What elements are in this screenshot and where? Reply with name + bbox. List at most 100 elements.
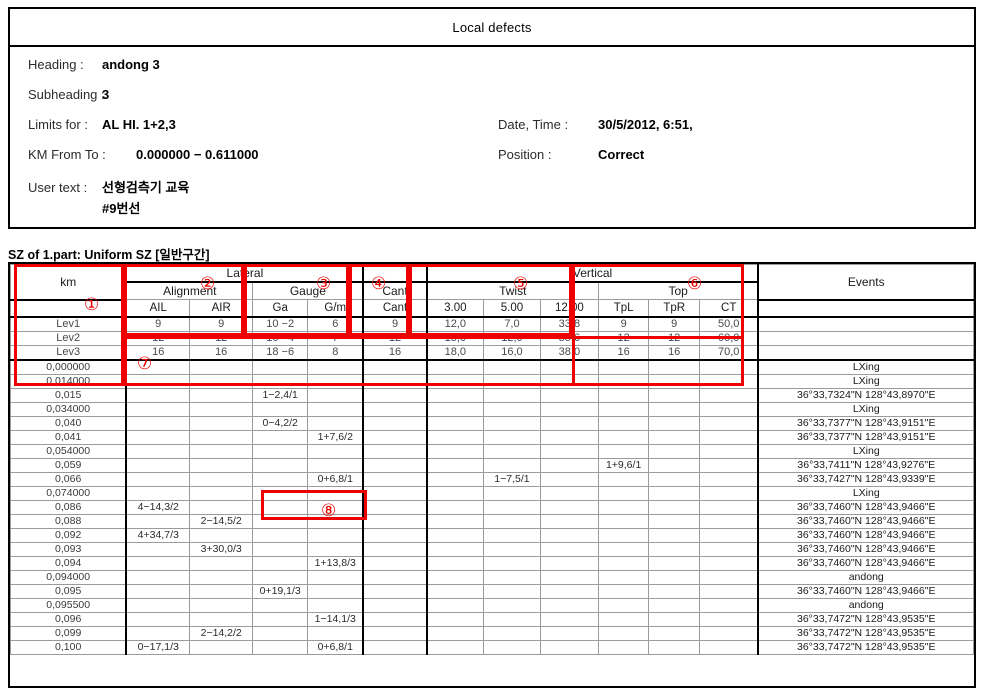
data-cell [362, 626, 428, 641]
data-cell [539, 359, 599, 375]
report-fields: Heading : andong 3 Subheading : 3 Limits… [10, 47, 974, 225]
lev-cell: 18,0 [425, 345, 485, 361]
table-row[interactable]: 0,034000 LXing [10, 402, 974, 417]
field-heading: Heading : andong 3 [28, 57, 160, 72]
data-cell [425, 402, 485, 417]
lev-cell: 7,0 [483, 316, 541, 332]
table-row[interactable]: 0,088 2−14,5/2 36°33,7460"N 128°43,9466"E [10, 514, 974, 529]
data-cell [252, 598, 309, 613]
data-cell [483, 570, 541, 585]
field-position-value: Correct [598, 147, 645, 162]
data-cell [648, 528, 700, 543]
km-cell: 0,086 [10, 500, 127, 515]
km-cell: 0,099 [10, 626, 127, 641]
data-cell [362, 500, 428, 515]
event-cell: andong [757, 598, 974, 613]
lev-cell: 9 [125, 316, 191, 332]
event-cell: LXing [757, 374, 974, 389]
data-cell [425, 359, 485, 375]
table-row[interactable]: 0,094 1+13,8/3 36°33,7460"N 128°43,9466"E [10, 556, 974, 571]
data-cell [698, 598, 759, 613]
table-row[interactable]: 0,015 1−2,4/1 36°33,7324"N 128°43,8970"E [10, 388, 974, 403]
data-cell [307, 359, 364, 375]
data-cell [597, 388, 650, 403]
table-row[interactable]: 0,100 0−17,1/3 0+6,8/1 36°33,7472"N 128°43,… [10, 640, 974, 655]
data-cell: 2−14,2/2 [189, 626, 254, 641]
data-cell [648, 626, 700, 641]
table-row[interactable]: Lev1 9 9 10 −2 6 9 12,0 7,0 33,8 9 9 50,… [10, 316, 974, 332]
data-cell [483, 514, 541, 529]
data-cell [698, 359, 759, 375]
data-cell [425, 388, 485, 403]
table-row[interactable]: 0,074000 LXing [10, 486, 974, 501]
table-row[interactable]: 0,099 2−14,2/2 36°33,7472"N 128°43,9535"E [10, 626, 974, 641]
data-cell [483, 430, 541, 445]
table-row[interactable]: 0,086 4−14,3/2 36°33,7460"N 128°43,9466"E [10, 500, 974, 515]
data-cell [189, 598, 254, 613]
table-row[interactable]: 0,095 0+19,1/3 36°33,7460"N 128°43,9466"E [10, 584, 974, 599]
km-cell: 0,040 [10, 416, 127, 431]
table-row[interactable]: 0,014000 LXing [10, 374, 974, 389]
data-cell [125, 402, 191, 417]
data-cell [483, 598, 541, 613]
data-cell [189, 556, 254, 571]
lev-cell: 15,0 [425, 331, 485, 346]
data-cell: 0−17,1/3 [125, 640, 191, 655]
table-row[interactable]: Lev3 16 16 18 −6 8 16 18,0 16,0 38,0 16 … [10, 345, 974, 361]
event-cell: 36°33,7460"N 128°43,9466"E [757, 528, 974, 543]
data-cell [698, 430, 759, 445]
table-row[interactable]: 0,093 3+30,0/3 36°33,7460"N 128°43,9466"E [10, 542, 974, 557]
data-cell [539, 500, 599, 515]
data-cell: 2−14,5/2 [189, 514, 254, 529]
data-cell [597, 500, 650, 515]
data-cell [125, 416, 191, 431]
defects-table-container[interactable]: km Lateral Vertical Events Alignment Gau… [8, 262, 976, 688]
event-cell: 36°33,7460"N 128°43,9466"E [757, 584, 974, 599]
event-cell: 36°33,7460"N 128°43,9466"E [757, 500, 974, 515]
header-col-events-blank [757, 299, 974, 318]
data-cell [648, 556, 700, 571]
field-heading-label: Heading : [28, 57, 84, 72]
field-user-text-value: 선형검측기 교육 #9번선 [102, 177, 189, 217]
event-cell: 36°33,7460"N 128°43,9466"E [757, 514, 974, 529]
table-row[interactable]: 0,041 1+7,6/2 36°33,7377"N 128°43,9151"E [10, 430, 974, 445]
data-cell [483, 416, 541, 431]
data-cell [307, 458, 364, 473]
data-cell [362, 528, 428, 543]
data-cell [189, 584, 254, 599]
data-cell [125, 514, 191, 529]
data-cell [539, 528, 599, 543]
table-row[interactable]: 0,094000 andong [10, 570, 974, 585]
data-cell [307, 542, 364, 557]
data-cell [597, 528, 650, 543]
table-row[interactable]: 0,095500 andong [10, 598, 974, 613]
data-cell [252, 514, 309, 529]
data-cell [425, 374, 485, 389]
data-cell [252, 542, 309, 557]
data-cell [483, 612, 541, 627]
table-row[interactable]: 0,066 0+6,8/1 1−7,5/1 36°33,7427"N 128°43,9… [10, 472, 974, 487]
data-cell [539, 598, 599, 613]
data-cell [307, 570, 364, 585]
table-row[interactable]: 0,092 4+34,7/3 36°33,7460"N 128°43,9466"E [10, 528, 974, 543]
data-cell [483, 359, 541, 375]
lev-cell: 18 −6 [252, 345, 309, 361]
table-row[interactable]: 0,059 1+9,6/1 36°33,7411"N 128°43,9276"E [10, 458, 974, 473]
report-title-bar: Local defects [10, 9, 974, 47]
table-row[interactable]: Lev2 12 12 16 −4 7 12 15,0 12,0 35,6 12 … [10, 331, 974, 346]
data-cell [597, 542, 650, 557]
data-cell [252, 486, 309, 501]
lev-cell: 16,0 [483, 345, 541, 361]
data-cell: 0+19,1/3 [252, 584, 309, 599]
data-cell [698, 556, 759, 571]
data-cell [252, 374, 309, 389]
table-row[interactable]: 0,040 0−4,2/2 36°33,7377"N 128°43,9151"E [10, 416, 974, 431]
data-cell [597, 556, 650, 571]
data-cell [597, 612, 650, 627]
table-row[interactable]: 0,054000 LXing [10, 444, 974, 459]
km-cell: 0,092 [10, 528, 127, 543]
data-cell [539, 640, 599, 655]
data-cell [362, 402, 428, 417]
table-row[interactable]: 0,096 1−14,1/3 36°33,7472"N 128°43,9535"E [10, 612, 974, 627]
table-row[interactable]: 0,000000 LXing [10, 359, 974, 375]
